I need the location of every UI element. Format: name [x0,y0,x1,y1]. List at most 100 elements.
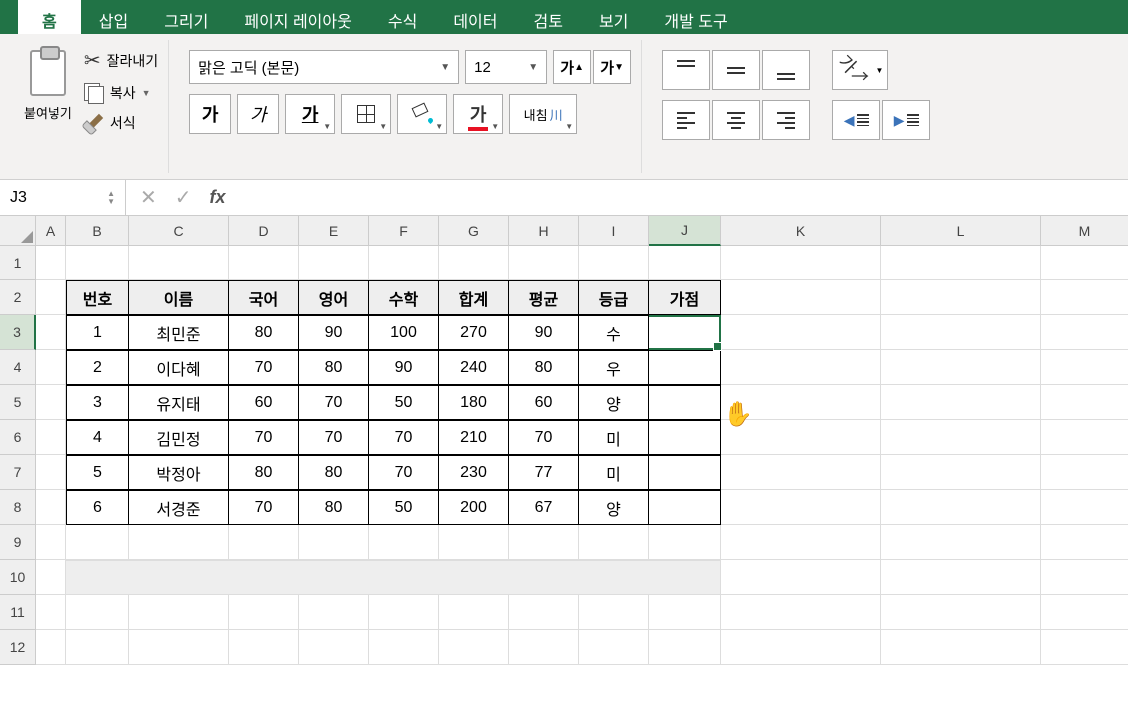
cell-F6[interactable]: 70 [369,420,439,455]
cell-G12[interactable] [439,630,509,665]
cell-G11[interactable] [439,595,509,630]
cell-L7[interactable] [881,455,1041,490]
cell-G6[interactable]: 210 [439,420,509,455]
cell-B5[interactable]: 3 [66,385,129,420]
cell-C4[interactable]: 이다혜 [129,350,229,385]
cell-D11[interactable] [229,595,299,630]
cell-F12[interactable] [369,630,439,665]
cell-I3[interactable]: 수 [579,315,649,350]
cell-L6[interactable] [881,420,1041,455]
cell-E11[interactable] [299,595,369,630]
cell-K5[interactable] [721,385,881,420]
font-size-dropdown[interactable]: 12 ▼ [465,50,547,84]
cell-B10[interactable]: 등급별 가점 : 수 10점, 우 5점, 미 3점 [66,560,129,595]
cell-D5[interactable]: 60 [229,385,299,420]
cell-E12[interactable] [299,630,369,665]
cell-E9[interactable] [299,525,369,560]
cell-J9[interactable] [649,525,721,560]
cell-A9[interactable] [36,525,66,560]
cell-M8[interactable] [1041,490,1128,525]
cell-M9[interactable] [1041,525,1128,560]
cell-C11[interactable] [129,595,229,630]
cell-G8[interactable]: 200 [439,490,509,525]
cell-M1[interactable] [1041,246,1128,280]
cell-F5[interactable]: 50 [369,385,439,420]
cell-I5[interactable]: 양 [579,385,649,420]
cell-H12[interactable] [509,630,579,665]
cell-C12[interactable] [129,630,229,665]
cell-I9[interactable] [579,525,649,560]
align-bottom-button[interactable] [762,50,810,90]
cell-M3[interactable] [1041,315,1128,350]
row-header-3[interactable]: 3 [0,315,36,350]
cell-F1[interactable] [369,246,439,280]
cell-D6[interactable]: 70 [229,420,299,455]
cell-B4[interactable]: 2 [66,350,129,385]
cell-L3[interactable] [881,315,1041,350]
cell-B6[interactable]: 4 [66,420,129,455]
row-header-1[interactable]: 1 [0,246,36,280]
cell-D8[interactable]: 70 [229,490,299,525]
column-header-L[interactable]: L [881,216,1041,246]
cell-G5[interactable]: 180 [439,385,509,420]
cell-K2[interactable] [721,280,881,315]
cell-E6[interactable]: 70 [299,420,369,455]
tab-formulas[interactable]: 수식 [370,0,435,34]
cell-B7[interactable]: 5 [66,455,129,490]
cell-G9[interactable] [439,525,509,560]
cell-H10[interactable] [509,560,579,595]
cell-E3[interactable]: 90 [299,315,369,350]
name-box-spinner[interactable]: ▲▼ [107,190,115,206]
tab-draw[interactable]: 그리기 [146,0,226,34]
cell-A8[interactable] [36,490,66,525]
cell-D2[interactable]: 국어 [229,280,299,315]
row-header-10[interactable]: 10 [0,560,36,595]
cell-H8[interactable]: 67 [509,490,579,525]
cell-K12[interactable] [721,630,881,665]
column-header-D[interactable]: D [229,216,299,246]
cell-A2[interactable] [36,280,66,315]
cell-K4[interactable] [721,350,881,385]
cell-M6[interactable] [1041,420,1128,455]
cell-K3[interactable] [721,315,881,350]
cell-A4[interactable] [36,350,66,385]
align-center-button[interactable] [712,100,760,140]
font-color-button[interactable]: 가▼ [453,94,503,134]
cell-J3[interactable] [649,315,721,350]
cell-J1[interactable] [649,246,721,280]
cell-J6[interactable] [649,420,721,455]
cell-I12[interactable] [579,630,649,665]
cell-C10[interactable] [129,560,229,595]
cell-C6[interactable]: 김민정 [129,420,229,455]
cell-L10[interactable] [881,560,1041,595]
cell-L5[interactable] [881,385,1041,420]
cell-A7[interactable] [36,455,66,490]
cell-L4[interactable] [881,350,1041,385]
column-header-G[interactable]: G [439,216,509,246]
format-painter-button[interactable]: 서식 [84,113,158,133]
cell-A12[interactable] [36,630,66,665]
cell-F4[interactable]: 90 [369,350,439,385]
cell-H5[interactable]: 60 [509,385,579,420]
cell-H2[interactable]: 평균 [509,280,579,315]
cell-K7[interactable] [721,455,881,490]
cell-E7[interactable]: 80 [299,455,369,490]
column-header-E[interactable]: E [299,216,369,246]
paste-button[interactable]: ▼ 붙여넣기 [20,44,76,126]
cell-G7[interactable]: 230 [439,455,509,490]
cell-H6[interactable]: 70 [509,420,579,455]
cell-K9[interactable] [721,525,881,560]
column-header-F[interactable]: F [369,216,439,246]
cell-D3[interactable]: 80 [229,315,299,350]
select-all-corner[interactable] [0,216,36,246]
cell-E4[interactable]: 80 [299,350,369,385]
cell-I2[interactable]: 등급 [579,280,649,315]
cell-H7[interactable]: 77 [509,455,579,490]
cell-F2[interactable]: 수학 [369,280,439,315]
cell-E2[interactable]: 영어 [299,280,369,315]
underline-button[interactable]: 가▼ [285,94,335,134]
cell-I1[interactable] [579,246,649,280]
cell-D4[interactable]: 70 [229,350,299,385]
cell-E1[interactable] [299,246,369,280]
column-header-K[interactable]: K [721,216,881,246]
